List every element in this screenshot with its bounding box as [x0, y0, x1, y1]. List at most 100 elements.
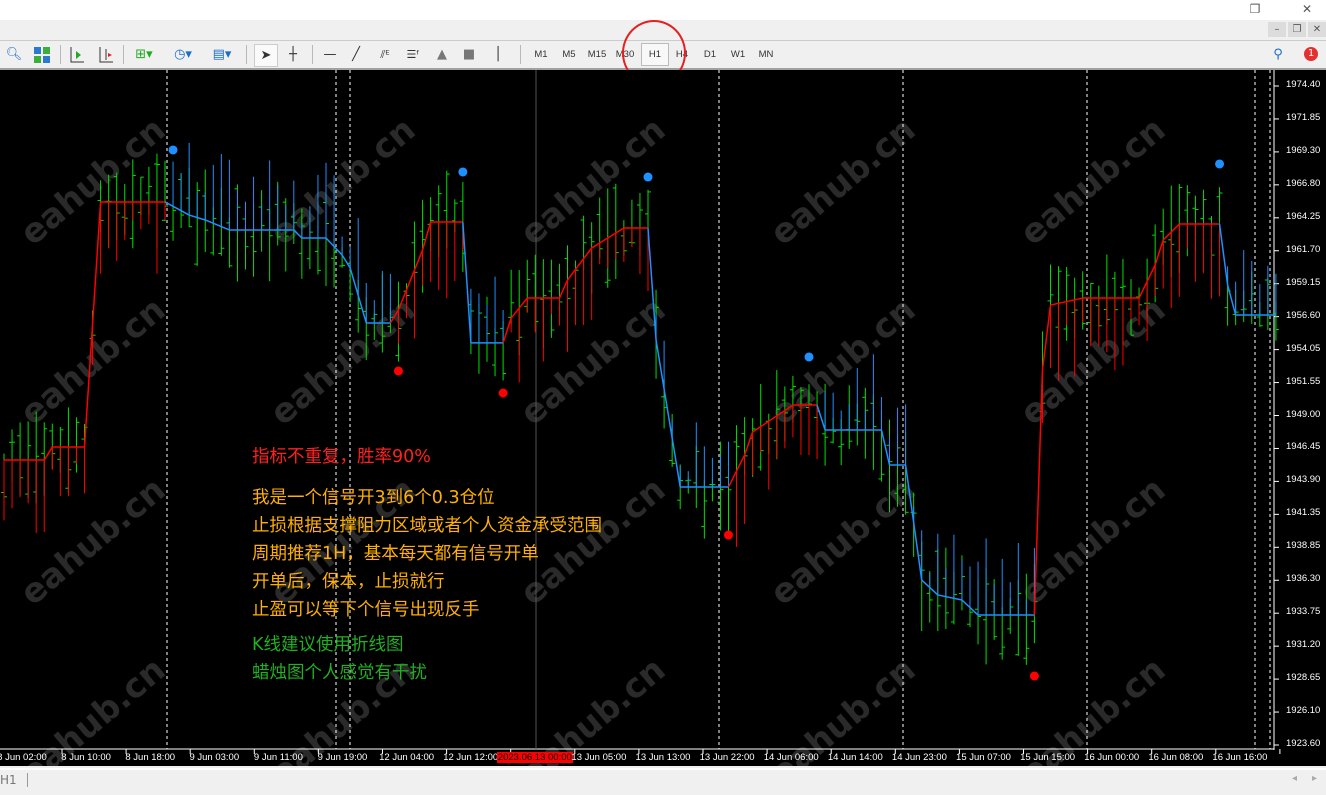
fibonacci-icon[interactable]: ☰ᶠ: [402, 44, 424, 65]
watermark-text: eahub.cn: [763, 290, 924, 434]
chart-tab-h1[interactable]: H1: [0, 773, 28, 787]
indicator-line-segment: [904, 464, 923, 581]
rectangle-icon[interactable]: ■: [459, 44, 479, 65]
equidistant-channel-icon[interactable]: ⫽ᴱ: [374, 44, 396, 65]
time-axis-label: 8 Jun 18:00: [125, 752, 176, 763]
notification-badge: 1: [1304, 47, 1318, 61]
timeframe-m30[interactable]: M30: [612, 44, 638, 65]
time-axis-label: 13 Jun 22:00: [699, 752, 755, 763]
indicators-icon[interactable]: ⊞▾: [130, 44, 158, 65]
indicator-line-segment: [204, 219, 230, 231]
templates-icon[interactable]: ▤▾: [206, 44, 238, 65]
tip-line: K线建议使用折线图: [252, 635, 404, 655]
note-line: 周期推荐1H，基本每天都有信号开单: [252, 544, 539, 564]
buy-signal-dot: [724, 530, 733, 540]
time-axis-label: 9 Jun 19:00: [317, 752, 368, 763]
indicator-line-segment: [655, 339, 681, 488]
note-line: 止损根据支撑阻力区域或者个人资金承受范围: [252, 516, 602, 536]
restore-window-button[interactable]: ❐: [1240, 0, 1270, 18]
timeframe-h1[interactable]: H1: [641, 43, 669, 66]
timeframe-mn[interactable]: MN: [753, 44, 779, 65]
zoom-out-icon[interactable]: 🔍︎: [4, 44, 24, 65]
tile-windows-icon[interactable]: [32, 44, 52, 65]
watermark-text: eahub.cn: [513, 290, 674, 434]
price-axis-label: 1938.85: [1286, 540, 1321, 552]
chart-restore-button[interactable]: ❐: [1288, 22, 1306, 37]
indicator-line-segment: [421, 221, 432, 251]
crosshair-icon[interactable]: ┼: [283, 44, 303, 65]
indicator-line-segment: [83, 201, 102, 448]
watermark-text: eahub.cn: [13, 470, 174, 614]
headline-note: 指标不重复，胜率90%: [252, 447, 431, 467]
price-axis-label: 1966.80: [1286, 177, 1321, 189]
price-axis-label: 1928.65: [1286, 672, 1321, 684]
indicator-line-segment: [566, 247, 593, 281]
sell-signal-dot: [168, 145, 178, 155]
timeframe-m5[interactable]: M5: [556, 44, 582, 65]
price-axis-label: 1946.45: [1286, 441, 1321, 453]
timeframe-d1[interactable]: D1: [697, 44, 723, 65]
time-axis-label: 14 Jun 14:00: [827, 752, 883, 763]
indicator-line-segment: [743, 431, 754, 456]
note-line: 止盈可以等下个信号出现反手: [252, 600, 480, 620]
price-axis-label: 1964.25: [1286, 210, 1321, 222]
indicator-line-segment: [1218, 223, 1229, 286]
chart-close-button[interactable]: ✕: [1308, 22, 1326, 37]
search-icon[interactable]: ⚲: [1268, 44, 1288, 65]
price-chart[interactable]: eahub.cn eahub.cn eahub.cn eahub.cn eahub.cn…: [0, 70, 1326, 766]
buy-signal-dot: [498, 388, 508, 398]
watermark-text: eahub.cn: [1013, 110, 1174, 254]
autoscroll-icon[interactable]: [95, 44, 115, 65]
time-axis-label: 12 Jun 04:00: [379, 752, 435, 763]
price-axis-label: 1951.55: [1286, 375, 1321, 387]
watermark-text: eahub.cn: [263, 290, 424, 434]
watermark-text: eahub.cn: [763, 470, 924, 614]
timeframe-m1[interactable]: M1: [528, 44, 554, 65]
time-axis-label: 12 Jun 12:00: [443, 752, 499, 763]
crosshair-time-label: 2023.06.13 00:00: [496, 752, 573, 763]
indicator-line-segment: [1154, 239, 1164, 266]
close-window-button[interactable]: ✕: [1292, 0, 1322, 18]
indicator-line-segment: [880, 429, 891, 466]
indicator-line-segment: [816, 404, 826, 431]
price-axis-label: 1974.40: [1286, 79, 1321, 90]
horizontal-line-icon[interactable]: —: [320, 44, 340, 65]
vertical-line-icon[interactable]: │: [488, 44, 508, 65]
price-axis-label: 1936.30: [1286, 573, 1321, 585]
scroll-right-icon[interactable]: ▸: [1312, 773, 1317, 784]
sell-signal-dot: [643, 172, 653, 182]
price-axis-label: 1956.60: [1286, 309, 1321, 321]
sell-signal-dot: [804, 352, 814, 362]
watermark-text: eahub.cn: [763, 110, 924, 254]
time-axis-label: 16 Jun 08:00: [1148, 752, 1204, 763]
time-axis-label: 13 Jun 13:00: [635, 752, 691, 763]
triangle-icon[interactable]: ▲: [432, 44, 452, 65]
sell-signal-dot: [458, 167, 468, 177]
scroll-left-icon[interactable]: ◂: [1292, 773, 1297, 784]
timeframe-w1[interactable]: W1: [725, 44, 751, 65]
time-axis-label: 9 Jun 11:00: [253, 752, 303, 763]
watermark-text: eahub.cn: [1013, 290, 1174, 434]
watermark-text: eahub.cn: [263, 110, 424, 254]
trendline-icon[interactable]: ╱: [346, 44, 366, 65]
price-axis-label: 1954.05: [1286, 342, 1321, 354]
price-axis-label: 1926.10: [1286, 705, 1321, 717]
cursor-icon[interactable]: ➤: [254, 44, 278, 67]
indicator-line-segment: [43, 446, 53, 461]
notifications-button[interactable]: 1: [1298, 44, 1320, 65]
chart-minimize-button[interactable]: –: [1268, 22, 1286, 37]
periods-clock-icon[interactable]: ◷▾: [168, 44, 198, 65]
indicator-line-segment: [937, 594, 963, 601]
price-axis-label: 1923.60: [1286, 738, 1321, 749]
timeframe-m15[interactable]: M15: [584, 44, 610, 65]
toolbar: 🔍︎ ⊞▾ ◷▾ ▤▾ ➤ ┼ — ╱ ⫽ᴱ ☰ᶠ ▲ ■ │ M1 M5 M15 M…: [0, 41, 1326, 70]
tips-notes: K线建议使用折线图 蜡烛图个人感觉有干扰: [252, 631, 427, 687]
price-axis-label: 1933.75: [1286, 606, 1321, 618]
chart-shift-icon[interactable]: [66, 44, 86, 65]
timeframe-h4[interactable]: H4: [669, 44, 695, 65]
time-axis-label: 9 Jun 03:00: [189, 752, 240, 763]
time-axis-label: 16 Jun 00:00: [1084, 752, 1140, 763]
price-axis-label: 1931.20: [1286, 639, 1321, 651]
strategy-notes: 我是一个信号开3到6个0.3仓位 止损根据支撑阻力区域或者个人资金承受范围 周期…: [252, 484, 602, 624]
sell-signal-dot: [1215, 159, 1225, 169]
